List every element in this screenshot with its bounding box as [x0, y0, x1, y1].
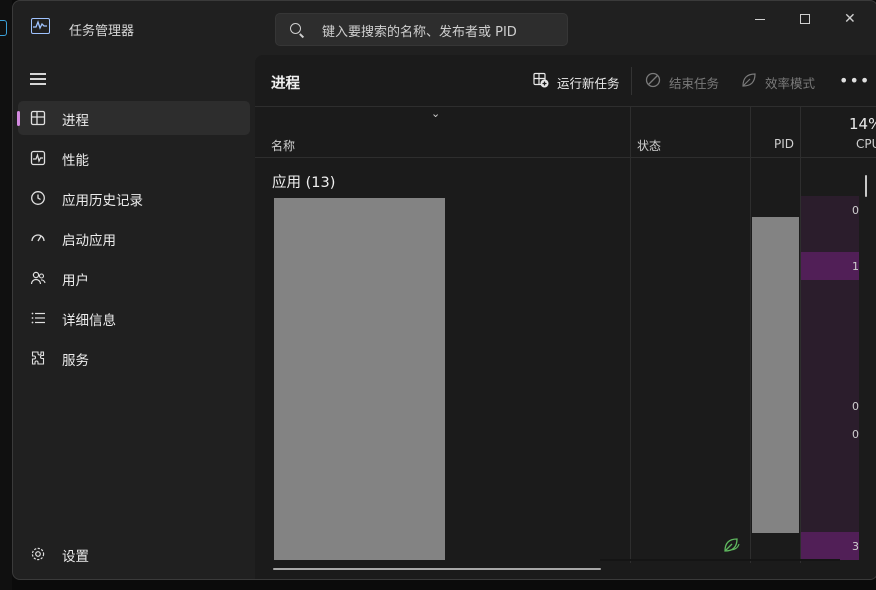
gear-icon	[31, 547, 45, 561]
cpu-value: 0	[852, 204, 859, 217]
end-task-label: 结束任务	[669, 76, 720, 91]
sidebar-item-label: 详细信息	[62, 313, 116, 329]
startup-icon	[31, 234, 45, 242]
cpu-value: 1	[852, 260, 859, 273]
details-icon	[31, 312, 45, 324]
sidebar-item-label: 用户	[62, 273, 89, 289]
run-new-task-button[interactable]: 运行新任务	[533, 71, 629, 93]
column-header-status[interactable]: 状态	[637, 137, 661, 154]
end-task-button[interactable]: 结束任务	[645, 71, 735, 93]
search-icon	[290, 23, 301, 34]
column-separator	[750, 107, 751, 563]
maximize-icon	[800, 14, 810, 24]
sidebar-item-settings[interactable]: 设置	[18, 537, 250, 571]
sidebar-item-label: 进程	[62, 113, 89, 129]
redacted-process-names	[274, 198, 445, 560]
close-button[interactable]: ✕	[831, 7, 871, 31]
sidebar: 进程 性能 应用历史记录 启动应用 用户 详细信息 服务 设置	[13, 55, 255, 579]
sidebar-item-label: 服务	[62, 353, 89, 369]
header-divider	[255, 157, 876, 158]
sidebar-item-label: 启动应用	[62, 233, 116, 249]
sidebar-item-label: 性能	[62, 153, 89, 169]
efficiency-mode-button[interactable]: 效率模式	[741, 71, 831, 93]
search-box[interactable]: 键入要搜索的名称、发布者或 PID	[275, 13, 568, 46]
minimize-button[interactable]	[741, 7, 781, 31]
chevron-down-icon[interactable]: ⌄	[431, 107, 440, 120]
more-options-icon[interactable]: •••	[839, 71, 870, 90]
sidebar-item-services[interactable]: 服务	[18, 341, 250, 375]
task-manager-app-icon	[31, 18, 50, 34]
column-header-name[interactable]: 名称	[271, 137, 295, 154]
column-header-cpu[interactable]: CPU	[856, 137, 876, 151]
cpu-value: 3	[852, 540, 859, 553]
sidebar-item-app-history[interactable]: 应用历史记录	[18, 181, 250, 215]
desktop-background	[0, 0, 12, 590]
window-title: 任务管理器	[69, 24, 135, 39]
processes-page: 进程 运行新任务 结束任务 效率模式 ••• ⌄ 名称 状态 PID 14% C…	[255, 55, 876, 579]
title-bar: 任务管理器 键入要搜索的名称、发布者或 PID ✕	[13, 1, 876, 55]
services-icon	[31, 351, 45, 365]
task-manager-window: 任务管理器 键入要搜索的名称、发布者或 PID ✕ 进程 性能 应用历史记录 启…	[12, 0, 876, 580]
run-new-task-icon	[533, 72, 549, 88]
close-icon: ✕	[844, 11, 856, 27]
sidebar-item-users[interactable]: 用户	[18, 261, 250, 295]
sidebar-item-processes[interactable]: 进程	[17, 101, 250, 135]
toolbar-separator	[631, 67, 632, 95]
apps-group-header[interactable]: 应用 (13)	[272, 171, 335, 192]
background-window-edge	[0, 20, 7, 36]
cpu-high-usage-cell	[801, 532, 859, 560]
run-new-task-label: 运行新任务	[557, 76, 620, 91]
cpu-value: 0	[852, 400, 859, 413]
horizontal-scrollbar[interactable]	[273, 568, 601, 570]
performance-icon	[30, 150, 46, 166]
efficiency-leaf-icon	[724, 538, 740, 552]
toolbar-divider	[255, 106, 876, 107]
efficiency-mode-label: 效率模式	[765, 76, 816, 91]
cpu-total-usage: 14%	[849, 115, 876, 133]
sidebar-item-performance[interactable]: 性能	[18, 141, 250, 175]
page-title: 进程	[271, 76, 300, 92]
minimize-icon	[755, 19, 765, 20]
history-icon	[31, 191, 45, 205]
search-placeholder: 键入要搜索的名称、发布者或 PID	[322, 25, 517, 40]
users-icon	[30, 271, 46, 285]
cpu-column-background	[801, 196, 859, 560]
end-task-icon	[645, 72, 661, 88]
redacted-pid-values	[752, 217, 799, 533]
column-separator	[630, 107, 631, 563]
sidebar-item-label: 设置	[62, 549, 89, 565]
processes-icon	[30, 110, 46, 126]
sidebar-item-label: 应用历史记录	[62, 193, 143, 209]
hamburger-menu-icon[interactable]	[30, 73, 46, 85]
column-header-pid[interactable]: PID	[774, 137, 794, 151]
maximize-button[interactable]	[785, 7, 825, 31]
vertical-scrollbar[interactable]	[865, 175, 867, 197]
horizontal-scroll-track	[600, 559, 840, 561]
sidebar-item-startup-apps[interactable]: 启动应用	[18, 221, 250, 255]
efficiency-leaf-icon	[742, 73, 756, 87]
sidebar-item-details[interactable]: 详细信息	[18, 301, 250, 335]
cpu-high-usage-cell	[801, 252, 859, 280]
cpu-value: 0	[852, 428, 859, 441]
